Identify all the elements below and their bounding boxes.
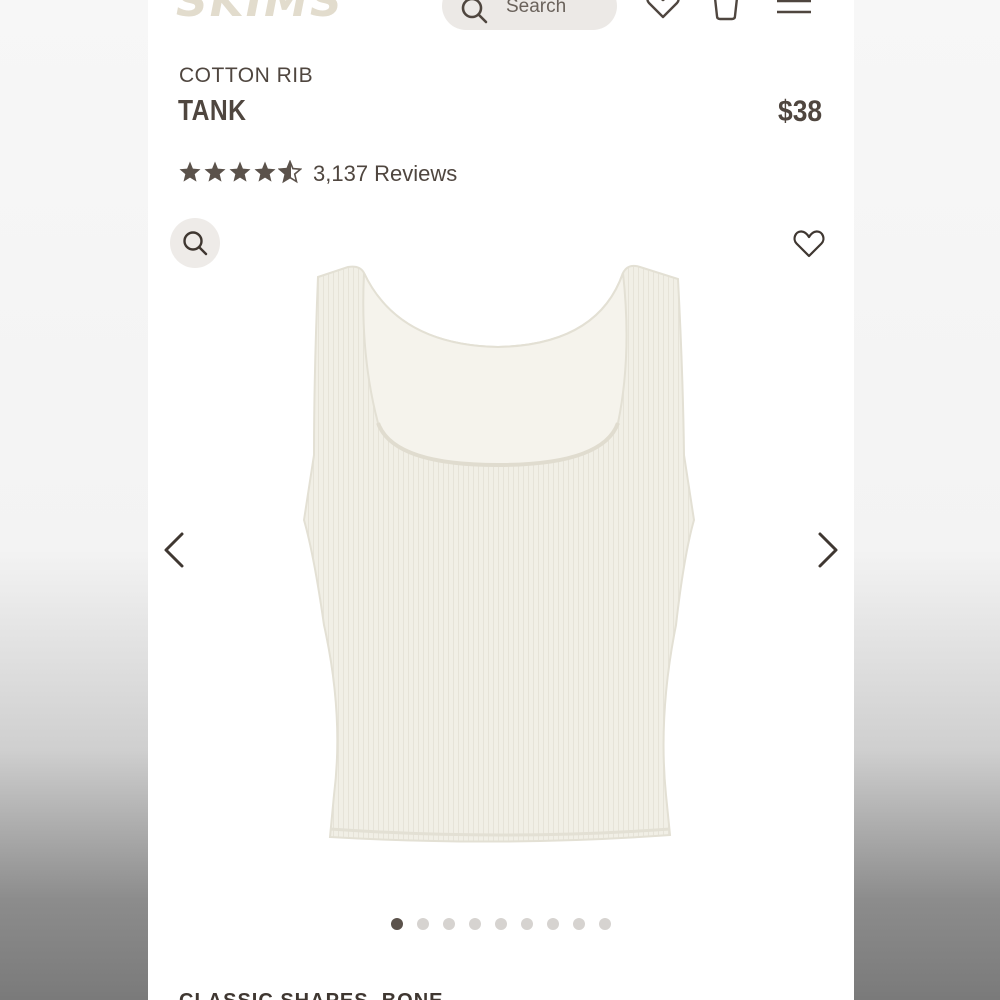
heart-icon[interactable] [643, 0, 683, 24]
carousel-dot[interactable] [573, 918, 585, 930]
half-star-icon [278, 160, 302, 184]
search-bar[interactable]: Search [442, 0, 617, 30]
star-icon [254, 161, 276, 182]
carousel-dot[interactable] [599, 918, 611, 930]
section-title: CLASSIC SHAPES, BONE [179, 990, 443, 1000]
star-icon [229, 161, 251, 182]
carousel-pagination [148, 918, 854, 930]
chevron-right-icon[interactable] [814, 528, 842, 572]
reviews-link[interactable]: 3,137 Reviews [313, 161, 457, 187]
star-icon [204, 161, 226, 182]
carousel-dot[interactable] [547, 918, 559, 930]
carousel-dot[interactable] [495, 918, 507, 930]
product-price: $38 [777, 95, 822, 128]
product-image-tank-top[interactable] [298, 255, 703, 855]
carousel-dot[interactable] [417, 918, 429, 930]
zoom-button[interactable] [170, 218, 220, 268]
carousel-dot[interactable] [469, 918, 481, 930]
phone-screen: SKIMS Search COTTON RIB TANK $38 3,137 R… [148, 0, 854, 1000]
chevron-left-icon[interactable] [160, 528, 188, 572]
star-icon [179, 161, 201, 182]
carousel-dot[interactable] [443, 918, 455, 930]
wishlist-heart-icon[interactable] [792, 228, 826, 260]
search-placeholder: Search [506, 0, 567, 17]
carousel-dot[interactable] [521, 918, 533, 930]
star-rating[interactable] [178, 160, 302, 186]
product-name: TANK [178, 95, 247, 127]
bag-icon[interactable] [706, 0, 746, 24]
search-icon [461, 0, 488, 24]
product-category: COTTON RIB [179, 64, 314, 87]
zoom-icon [183, 231, 208, 256]
menu-icon[interactable] [774, 0, 814, 24]
carousel-dot[interactable] [391, 918, 403, 930]
brand-logo[interactable]: SKIMS [176, 0, 344, 27]
